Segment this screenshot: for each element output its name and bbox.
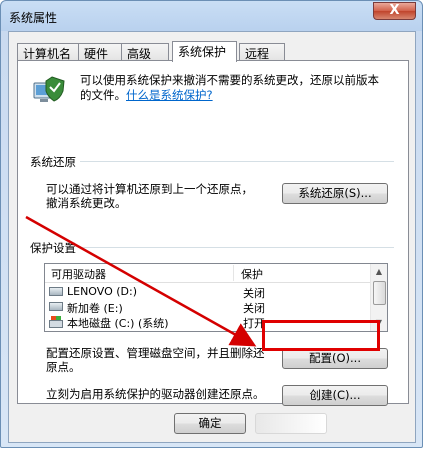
tab-system-protection[interactable]: 系统保护 <box>172 41 237 62</box>
drive-name: 新加卷 (E:) <box>67 302 123 315</box>
close-icon: X <box>389 3 400 18</box>
ok-button[interactable]: 确定 <box>174 413 246 434</box>
system-restore-group-label: 系统还原 <box>30 154 80 170</box>
drive-icon <box>49 302 63 311</box>
cancel-button[interactable] <box>255 413 327 434</box>
configure-description-line1: 配置还原设置、管理磁盘空间，并且删除还 <box>46 346 265 360</box>
create-button[interactable]: 创建(C)... <box>282 385 388 406</box>
restore-description-line2: 撤消系统更改。 <box>46 196 127 210</box>
drive-list-header: 可用驱动器 保护 <box>45 264 373 283</box>
system-drive-icon <box>49 316 63 328</box>
drive-row-lenovo[interactable]: LENOVO (D:) 关闭 <box>45 285 373 300</box>
restore-description-line1: 可以通过将计算机还原到上一个还原点， <box>46 182 253 196</box>
scroll-thumb[interactable] <box>373 281 386 305</box>
system-restore-button[interactable]: 系统还原(S)... <box>282 183 388 204</box>
create-button-highlight <box>262 320 380 351</box>
system-protection-panel: 可以使用系统保护来撤消不需要的系统更改，还原以前版本的文件。什么是系统保护? 系… <box>17 60 409 406</box>
drive-state: 关闭 <box>243 287 265 300</box>
configure-button[interactable]: 配置(O)... <box>282 348 388 369</box>
drive-name: 本地磁盘 (C:) (系统) <box>67 317 169 330</box>
system-restore-group: 系统还原 <box>30 154 394 170</box>
title-bar[interactable]: 系统属性 X <box>1 1 422 31</box>
close-button[interactable]: X <box>373 2 416 20</box>
intro-description: 可以使用系统保护来撤消不需要的系统更改，还原以前版本的文件。 <box>80 73 379 102</box>
what-is-system-protection-link[interactable]: 什么是系统保护? <box>126 88 213 102</box>
intro-text: 可以使用系统保护来撤消不需要的系统更改，还原以前版本的文件。什么是系统保护? <box>80 73 390 103</box>
scroll-up-icon[interactable]: ▲ <box>371 264 387 280</box>
system-properties-window: 系统属性 X 计算机名 硬件 高级 系统保护 远程 可以使用系统保护来撤消不需要… <box>0 0 423 448</box>
protection-settings-group: 保护设置 <box>30 240 394 256</box>
column-separator <box>233 265 234 281</box>
tab-computer-name[interactable]: 计算机名 <box>17 43 79 61</box>
tab-remote[interactable]: 远程 <box>239 43 285 61</box>
drive-row-new-volume[interactable]: 新加卷 (E:) 关闭 <box>45 300 373 315</box>
tab-hardware[interactable]: 硬件 <box>78 43 122 61</box>
create-description: 立刻为启用系统保护的驱动器创建还原点。 <box>46 387 265 401</box>
configure-description-line2: 原点。 <box>46 360 81 374</box>
system-protection-icon <box>33 76 65 102</box>
tab-advanced[interactable]: 高级 <box>121 43 169 61</box>
drive-state: 关闭 <box>243 302 265 315</box>
column-available-drives[interactable]: 可用驱动器 <box>51 266 106 282</box>
protection-settings-group-label: 保护设置 <box>30 240 80 256</box>
column-protection[interactable]: 保护 <box>241 266 263 282</box>
drive-name: LENOVO (D:) <box>67 285 138 298</box>
dialog-button-bar: 确定 <box>9 407 415 443</box>
dialog-client-area: 计算机名 硬件 高级 系统保护 远程 可以使用系统保护来撤消不需要的系统更改，还… <box>8 31 416 443</box>
drive-icon <box>49 287 63 296</box>
window-title: 系统属性 <box>9 11 58 25</box>
